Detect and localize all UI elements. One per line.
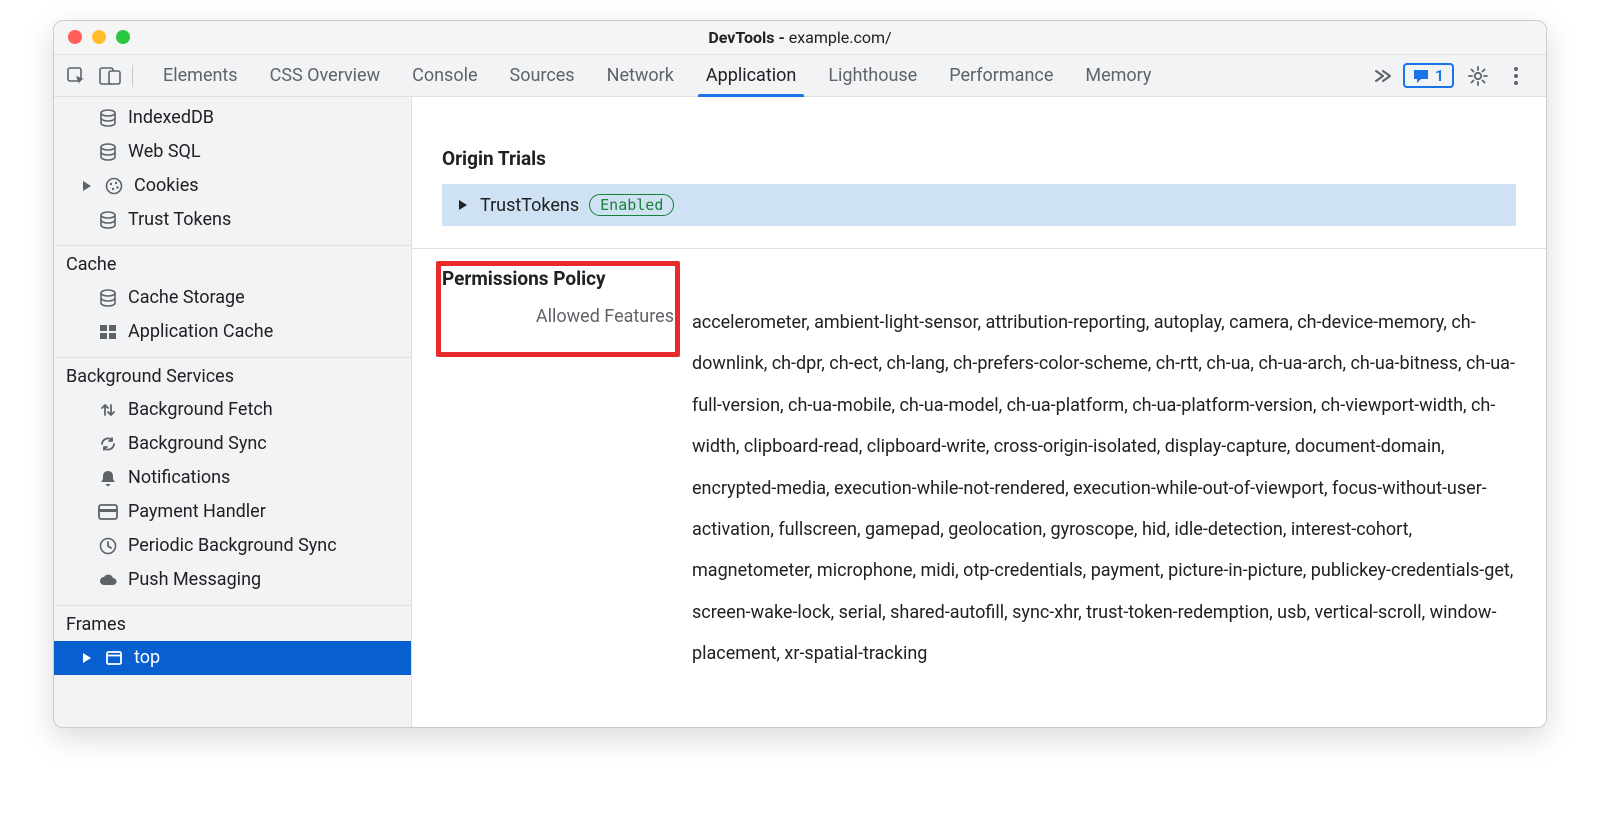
origin-trials-title: Origin Trials — [442, 147, 1516, 170]
application-sidebar: IndexedDB Web SQL Cookies Trust Tokens Cach… — [54, 97, 412, 727]
db-icon — [98, 143, 118, 161]
sidebar-item-top[interactable]: top — [54, 641, 411, 675]
more-tabs-icon[interactable] — [1369, 62, 1397, 90]
main-toolbar: ElementsCSS OverviewConsoleSourcesNetwor… — [54, 55, 1546, 97]
window-title: DevTools - example.com/ — [708, 28, 891, 47]
sidebar-item-cookies[interactable]: Cookies — [54, 169, 411, 203]
caret-right-icon — [80, 652, 94, 664]
tab-console[interactable]: Console — [398, 55, 491, 96]
devtools-window: DevTools - example.com/ ElementsCSS Over… — [53, 20, 1547, 728]
sidebar-item-notifications[interactable]: Notifications — [54, 461, 411, 495]
sidebar-item-label: Cookies — [134, 173, 199, 199]
device-toggle-icon[interactable] — [96, 62, 124, 90]
sidebar-item-label: Web SQL — [128, 139, 201, 165]
sidebar-item-cache-storage[interactable]: Cache Storage — [54, 281, 411, 315]
allowed-features-label: Allowed Features — [442, 302, 674, 327]
db-icon — [98, 289, 118, 307]
sidebar-item-background-fetch[interactable]: Background Fetch — [54, 393, 411, 427]
issues-icon — [1413, 69, 1429, 83]
panel-tabs: ElementsCSS OverviewConsoleSourcesNetwor… — [145, 55, 1363, 96]
tab-css-overview[interactable]: CSS Overview — [256, 55, 395, 96]
origin-trial-row[interactable]: TrustTokens Enabled — [442, 184, 1516, 226]
settings-icon[interactable] — [1464, 62, 1492, 90]
permissions-policy-title: Permissions Policy — [442, 263, 1516, 302]
frame-icon — [104, 651, 124, 665]
sidebar-item-indexeddb[interactable]: IndexedDB — [54, 101, 411, 135]
updown-icon — [98, 401, 118, 419]
sidebar-item-web-sql[interactable]: Web SQL — [54, 135, 411, 169]
sidebar-group-cache: Cache — [54, 246, 411, 281]
allowed-features-values: accelerometer, ambient-light-sensor, att… — [692, 302, 1516, 675]
clock-icon — [98, 537, 118, 555]
sidebar-item-background-sync[interactable]: Background Sync — [54, 427, 411, 461]
sidebar-item-label: Background Fetch — [128, 397, 273, 423]
tab-application[interactable]: Application — [692, 55, 810, 96]
sidebar-item-application-cache[interactable]: Application Cache — [54, 315, 411, 349]
tab-performance[interactable]: Performance — [935, 55, 1067, 96]
mac-traffic-lights[interactable] — [68, 30, 130, 44]
inspect-element-icon[interactable] — [62, 62, 90, 90]
sidebar-item-label: Periodic Background Sync — [128, 533, 337, 559]
origin-trial-status-badge: Enabled — [589, 194, 674, 216]
grid-icon — [98, 324, 118, 340]
issues-badge[interactable]: 1 — [1403, 63, 1454, 88]
tab-memory[interactable]: Memory — [1071, 55, 1165, 96]
tab-sources[interactable]: Sources — [496, 55, 589, 96]
titlebar: DevTools - example.com/ — [54, 21, 1546, 55]
tab-network[interactable]: Network — [593, 55, 688, 96]
caret-right-icon — [456, 199, 470, 211]
main-panel: Origin Trials TrustTokens Enabled Permis… — [412, 97, 1546, 727]
close-window-button[interactable] — [68, 30, 82, 44]
sidebar-item-trust-tokens[interactable]: Trust Tokens — [54, 203, 411, 237]
sidebar-group-frames: Frames — [54, 606, 411, 641]
window-title-url: example.com/ — [789, 28, 892, 47]
caret-right-icon — [80, 180, 94, 192]
toolbar-separator — [132, 65, 133, 87]
sidebar-group-bg: Background Services — [54, 358, 411, 393]
sidebar-item-label: Cache Storage — [128, 285, 245, 311]
cookie-icon — [104, 177, 124, 195]
sidebar-item-periodic-background-sync[interactable]: Periodic Background Sync — [54, 529, 411, 563]
sidebar-item-push-messaging[interactable]: Push Messaging — [54, 563, 411, 597]
db-icon — [98, 109, 118, 127]
sidebar-item-label: top — [134, 645, 160, 671]
kebab-menu-icon[interactable] — [1502, 62, 1530, 90]
issues-count: 1 — [1435, 66, 1444, 85]
db-icon — [98, 211, 118, 229]
sidebar-item-label: Application Cache — [128, 319, 273, 345]
tab-elements[interactable]: Elements — [149, 55, 252, 96]
bell-icon — [98, 469, 118, 487]
sidebar-item-label: Push Messaging — [128, 567, 261, 593]
zoom-window-button[interactable] — [116, 30, 130, 44]
sidebar-item-label: Background Sync — [128, 431, 267, 457]
sidebar-item-label: Payment Handler — [128, 499, 266, 525]
tab-lighthouse[interactable]: Lighthouse — [814, 55, 931, 96]
window-title-prefix: DevTools - — [708, 28, 788, 47]
toolbar-right: 1 — [1403, 62, 1538, 90]
section-divider — [412, 248, 1546, 249]
origin-trial-name: TrustTokens — [480, 195, 579, 216]
sidebar-item-label: Notifications — [128, 465, 230, 491]
sidebar-item-payment-handler[interactable]: Payment Handler — [54, 495, 411, 529]
sidebar-item-label: Trust Tokens — [128, 207, 231, 233]
cloud-icon — [98, 573, 118, 587]
minimize-window-button[interactable] — [92, 30, 106, 44]
card-icon — [98, 504, 118, 520]
sidebar-item-label: IndexedDB — [128, 105, 214, 131]
sync-icon — [98, 435, 118, 453]
